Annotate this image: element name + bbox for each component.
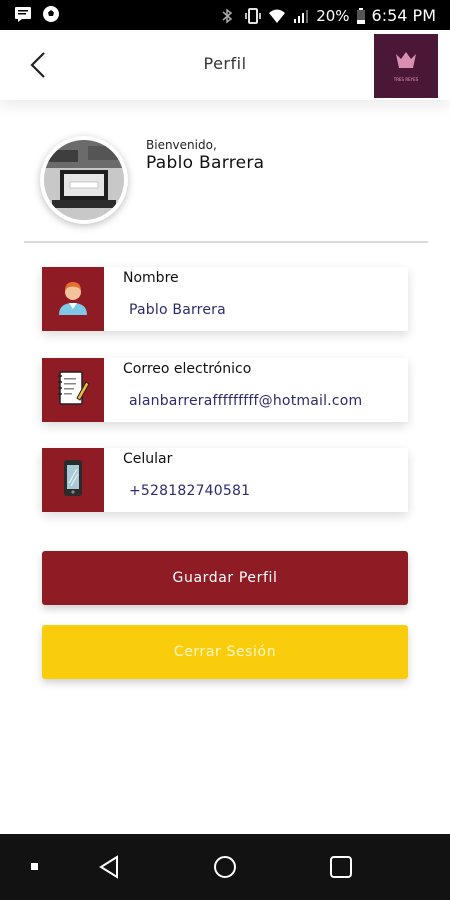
bluetooth-icon <box>220 7 238 25</box>
field-label: Correo electrónico <box>123 361 252 377</box>
field-label: Nombre <box>123 270 179 286</box>
divider <box>24 241 428 243</box>
field-icon-box <box>42 448 104 512</box>
field-icon-box <box>42 267 104 331</box>
messages-icon <box>14 5 32 23</box>
email-input[interactable]: alanbarrerafffffffff@hotmail.com <box>129 393 362 409</box>
clock: 6:54 PM <box>371 6 436 25</box>
battery-percent: 20% <box>316 6 350 25</box>
logout-button[interactable]: Cerrar Sesión <box>42 625 408 679</box>
back-triangle-icon[interactable] <box>97 854 123 880</box>
field-icon-box <box>42 358 104 422</box>
signal-icon <box>292 7 310 25</box>
status-bar: 20% 6:54 PM <box>0 0 450 30</box>
person-icon <box>55 277 91 321</box>
email-field-card[interactable]: Correo electrónico alanbarrerafffffffff@… <box>42 358 408 422</box>
welcome-text: Bienvenido, <box>146 138 217 152</box>
avatar <box>40 136 128 224</box>
square-dot-icon[interactable] <box>22 854 48 880</box>
logo-text: TRES REYES <box>393 77 419 82</box>
smartphone-icon <box>58 458 88 502</box>
recents-square-icon[interactable] <box>328 854 354 880</box>
phone-input[interactable]: +528182740581 <box>129 483 250 499</box>
crown-icon <box>395 50 417 74</box>
laptop-photo-icon <box>44 140 124 220</box>
system-nav-bar <box>0 834 450 900</box>
field-label: Celular <box>123 451 173 467</box>
vibrate-icon <box>244 7 262 25</box>
status-right: 20% 6:54 PM <box>220 6 436 25</box>
battery-icon <box>356 7 366 25</box>
save-profile-button[interactable]: Guardar Perfil <box>42 551 408 605</box>
app-header: Perfil TRES REYES <box>0 30 450 100</box>
user-name: Pablo Barrera <box>146 153 265 173</box>
name-input[interactable]: Pablo Barrera <box>129 302 226 318</box>
soccer-icon <box>42 5 60 23</box>
name-field-card[interactable]: Nombre Pablo Barrera <box>42 267 408 331</box>
home-circle-icon[interactable] <box>212 854 238 880</box>
status-left-icons <box>14 5 60 23</box>
notepad-icon <box>55 368 91 412</box>
phone-field-card[interactable]: Celular +528182740581 <box>42 448 408 512</box>
wifi-icon <box>268 7 286 25</box>
brand-logo: TRES REYES <box>374 34 438 98</box>
